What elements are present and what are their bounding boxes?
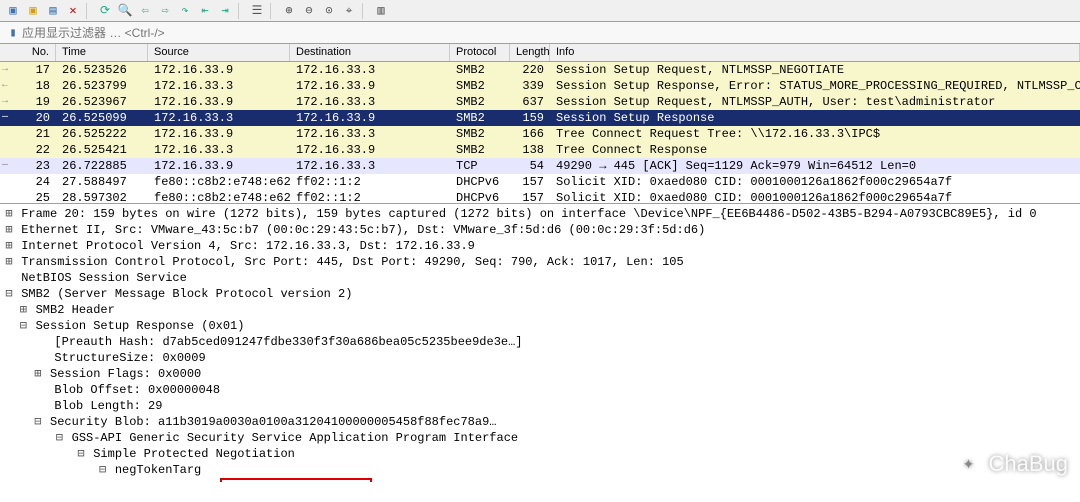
tree-ip: ⊞ Internet Protocol Version 4, Src: 172.…	[4, 238, 1076, 254]
zoom-100-icon[interactable]: ⌖	[340, 2, 358, 20]
expand-icon[interactable]: ⊞	[33, 366, 43, 382]
col-header-time[interactable]: Time	[56, 44, 148, 61]
tree-structsize: StructureSize: 0x0009	[4, 350, 1076, 366]
packet-list-body[interactable]: 1726.523526172.16.33.9172.16.33.3SMB2220…	[0, 62, 1080, 204]
tree-frame: ⊞ Frame 20: 159 bytes on wire (1272 bits…	[4, 206, 1076, 222]
disk-icon[interactable]: ▤	[44, 2, 62, 20]
collapse-icon[interactable]: ⊟	[54, 430, 64, 446]
collapse-icon[interactable]: ⊟	[76, 446, 86, 462]
tree-session-flags: ⊞ Session Flags: 0x0000	[4, 366, 1076, 382]
negresult-value: accept-completed (0)	[220, 478, 372, 482]
packet-row[interactable]: 2026.525099172.16.33.3172.16.33.9SMB2159…	[0, 110, 1080, 126]
search-icon[interactable]: 🔍	[116, 2, 134, 20]
packet-row[interactable]: 2326.722885172.16.33.9172.16.33.3TCP5449…	[0, 158, 1080, 174]
display-filter-bar: ▮	[0, 22, 1080, 44]
packet-row[interactable]: 2226.525421172.16.33.3172.16.33.9SMB2138…	[0, 142, 1080, 158]
packet-list-header: No. Time Source Destination Protocol Len…	[0, 44, 1080, 62]
tree-netbios: NetBIOS Session Service	[4, 270, 1076, 286]
packet-row[interactable]: 2528.597302fe80::c8b2:e748:e62…ff02::1:2…	[0, 190, 1080, 204]
tree-preauth: [Preauth Hash: d7ab5ced091247fdbe330f3f3…	[4, 334, 1076, 350]
collapse-icon[interactable]: ⊟	[18, 318, 28, 334]
folder-blue-icon[interactable]: ▣	[4, 2, 22, 20]
goto-last-icon[interactable]: ⇥	[216, 2, 234, 20]
watermark-label: ChaBug	[988, 451, 1068, 477]
col-header-destination[interactable]: Destination	[290, 44, 450, 61]
tree-gssapi: ⊟ GSS-API Generic Security Service Appli…	[4, 430, 1076, 446]
packet-row[interactable]: 2427.588497fe80::c8b2:e748:e62…ff02::1:2…	[0, 174, 1080, 190]
bookmark-icon[interactable]: ▮	[4, 25, 22, 40]
columns-icon[interactable]: ▥	[372, 2, 390, 20]
packet-list-pane: No. Time Source Destination Protocol Len…	[0, 44, 1080, 204]
col-header-source[interactable]: Source	[148, 44, 290, 61]
tree-ethernet: ⊞ Ethernet II, Src: VMware_43:5c:b7 (00:…	[4, 222, 1076, 238]
goto-icon[interactable]: ↷	[176, 2, 194, 20]
zoom-fit-icon[interactable]: ⊙	[320, 2, 338, 20]
col-header-no[interactable]: No.	[0, 44, 56, 61]
packet-row[interactable]: 1826.523799172.16.33.3172.16.33.9SMB2339…	[0, 78, 1080, 94]
tree-smb2: ⊟ SMB2 (Server Message Block Protocol ve…	[4, 286, 1076, 302]
tree-negresult: negResult: accept-completed (0)	[4, 478, 1076, 482]
goto-first-icon[interactable]: ⇤	[196, 2, 214, 20]
packet-row[interactable]: 1926.523967172.16.33.9172.16.33.3SMB2637…	[0, 94, 1080, 110]
zoom-out-icon[interactable]: ⊖	[300, 2, 318, 20]
expand-icon[interactable]: ⊞	[18, 302, 28, 318]
packet-row[interactable]: 2126.525222172.16.33.9172.16.33.3SMB2166…	[0, 126, 1080, 142]
expand-icon[interactable]: ⊞	[4, 238, 14, 254]
close-icon[interactable]: ✕	[64, 2, 82, 20]
zoom-in-icon[interactable]: ⊕	[280, 2, 298, 20]
collapse-icon[interactable]: ⊟	[98, 462, 108, 478]
packet-row[interactable]: 1726.523526172.16.33.9172.16.33.3SMB2220…	[0, 62, 1080, 78]
display-filter-input[interactable]	[22, 24, 1076, 42]
tree-negtokentarg: ⊟ negTokenTarg	[4, 462, 1076, 478]
folder-yellow-icon[interactable]: ▣	[24, 2, 42, 20]
tree-session-setup: ⊟ Session Setup Response (0x01)	[4, 318, 1076, 334]
bars-icon[interactable]: ☰	[248, 2, 266, 20]
expand-icon[interactable]: ⊞	[4, 222, 14, 238]
col-header-info[interactable]: Info	[550, 44, 1080, 61]
refresh-icon[interactable]: ⟳	[96, 2, 114, 20]
watermark: ✦ ChaBug	[954, 450, 1068, 478]
arrow-right-icon[interactable]: ⇨	[156, 2, 174, 20]
arrow-left-icon[interactable]: ⇦	[136, 2, 154, 20]
tree-security-blob: ⊟ Security Blob: a11b3019a0030a0100a3120…	[4, 414, 1076, 430]
col-header-length[interactable]: Length	[510, 44, 550, 61]
expand-icon[interactable]: ⊞	[4, 206, 14, 222]
tree-tcp: ⊞ Transmission Control Protocol, Src Por…	[4, 254, 1076, 270]
packet-details-pane[interactable]: ⊞ Frame 20: 159 bytes on wire (1272 bits…	[0, 204, 1080, 482]
main-toolbar: ▣ ▣ ▤ ✕ ⟳ 🔍 ⇦ ⇨ ↷ ⇤ ⇥ ☰ ⊕ ⊖ ⊙ ⌖ ▥	[0, 0, 1080, 22]
tree-spnego: ⊟ Simple Protected Negotiation	[4, 446, 1076, 462]
collapse-icon[interactable]: ⊟	[33, 414, 43, 430]
col-header-protocol[interactable]: Protocol	[450, 44, 510, 61]
tree-blob-offset: Blob Offset: 0x00000048	[4, 382, 1076, 398]
tree-smb2-header: ⊞ SMB2 Header	[4, 302, 1076, 318]
wechat-icon: ✦	[954, 450, 982, 478]
expand-icon[interactable]: ⊞	[4, 254, 14, 270]
tree-blob-length: Blob Length: 29	[4, 398, 1076, 414]
collapse-icon[interactable]: ⊟	[4, 286, 14, 302]
